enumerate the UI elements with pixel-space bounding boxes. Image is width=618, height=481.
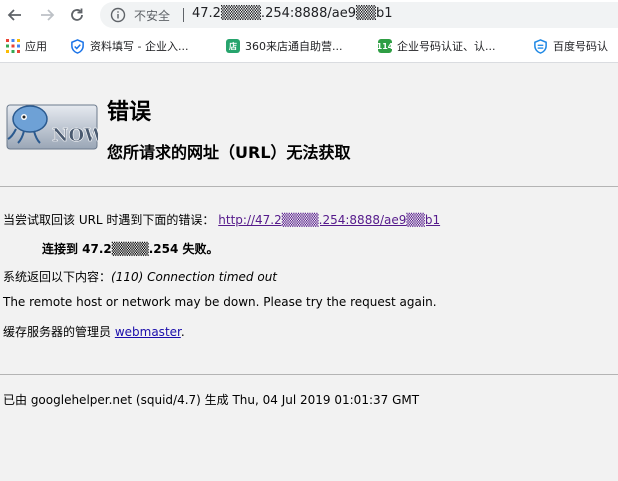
number-114-icon: 114: [377, 39, 393, 53]
bookmark-qiye[interactable]: 114 企业号码认证、认...: [377, 38, 496, 54]
reload-button[interactable]: [66, 4, 88, 26]
browser-toolbar: 不安全 47.2▒▒▒▒.254:8888/ae9▒▒b1: [0, 0, 618, 30]
attempt-url-link[interactable]: http://47.2▒▒▒▒.254:8888/ae9▒▒b1: [218, 213, 440, 227]
divider-bottom: [0, 374, 618, 375]
admin-suffix: .: [180, 325, 185, 339]
arrow-left-icon: [7, 9, 21, 21]
apps-grid-icon: [6, 39, 20, 53]
svg-text:NOW: NOW: [52, 125, 98, 146]
remote-message: The remote host or network may be down. …: [3, 295, 437, 309]
squid-now-logo: NOW: [6, 104, 98, 150]
shield-check-icon: [71, 38, 84, 54]
error-subtitle: 您所请求的网址（URL）无法获取: [107, 143, 351, 162]
reload-icon: [71, 8, 83, 21]
admin-line: 缓存服务器的管理员 webmaster.: [3, 323, 185, 340]
baidu-shield-icon: [534, 38, 547, 54]
bookmark-baidu[interactable]: 百度号码认: [533, 38, 608, 54]
url-text[interactable]: 47.2▒▒▒▒.254:8888/ae9▒▒b1: [192, 6, 392, 21]
admin-prefix: 缓存服务器的管理员: [3, 325, 115, 339]
forward-button[interactable]: [36, 4, 58, 26]
system-line: 系统返回以下内容：(110) Connection timed out: [3, 268, 277, 285]
page-content: NOW 错误 您所请求的网址（URL）无法获取 当尝试取回该 URL 时遇到下面…: [0, 63, 618, 481]
address-bar[interactable]: 不安全 47.2▒▒▒▒.254:8888/ae9▒▒b1: [100, 2, 618, 28]
info-icon[interactable]: [110, 7, 126, 23]
connect-fail-text: 连接到 47.2▒▒▒▒.254 失败。: [42, 242, 219, 256]
attempt-line: 当尝试取回该 URL 时遇到下面的错误： http://47.2▒▒▒▒.254…: [3, 211, 440, 228]
bookmark-label: 资料填写 - 企业入...: [90, 40, 189, 53]
system-prefix: 系统返回以下内容：: [3, 270, 112, 284]
bookmark-360[interactable]: 店 360来店通自助营...: [226, 38, 343, 54]
back-button[interactable]: [4, 4, 26, 26]
webmaster-link[interactable]: webmaster: [115, 325, 181, 339]
bookmark-label: 360来店通自助营...: [245, 40, 343, 53]
green-square-icon: 店: [226, 39, 240, 53]
footer-text: 已由 googlehelper.net (squid/4.7) 生成 Thu, …: [3, 393, 420, 407]
insecure-label: 不安全: [134, 9, 171, 23]
divider-top: [0, 186, 618, 187]
attempt-prefix: 当尝试取回该 URL 时遇到下面的错误：: [3, 213, 215, 227]
bookmarks-bar: 应用 资料填写 - 企业入... 店 360来店通自助营... 114 企业号码…: [0, 30, 618, 63]
bookmark-label: 企业号码认证、认...: [397, 40, 496, 53]
error-title: 错误: [107, 100, 152, 125]
bookmark-apps[interactable]: 应用: [6, 38, 47, 54]
bookmark-label: 应用: [25, 40, 47, 53]
system-message: (110) Connection timed out: [111, 270, 278, 284]
bookmark-label: 百度号码认: [553, 40, 608, 53]
address-separator: [183, 8, 184, 22]
bookmark-ziliao[interactable]: 资料填写 - 企业入...: [70, 38, 188, 54]
arrow-right-icon: [41, 9, 55, 21]
